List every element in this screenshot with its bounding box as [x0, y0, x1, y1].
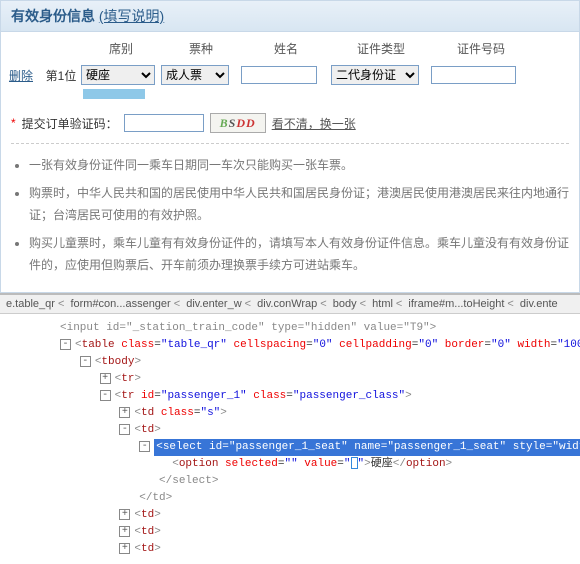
collapse-icon[interactable]: -: [119, 424, 130, 435]
dom-node[interactable]: <input id="_station_train_code" type="hi…: [60, 320, 580, 337]
name-input[interactable]: [241, 66, 317, 84]
selected-dom-node[interactable]: <select id="passenger_1_seat" name="pass…: [154, 439, 580, 456]
captcha-input[interactable]: [124, 114, 204, 132]
table-header: 席别 票种 姓名 证件类型 证件号码: [1, 32, 579, 61]
id-type-select[interactable]: 二代身份证: [331, 65, 419, 85]
expand-icon[interactable]: +: [100, 373, 111, 384]
seat-highlight: [83, 89, 145, 99]
captcha-image: B S D D: [210, 113, 266, 133]
passenger-row: 删除 第1位 硬座 成人票 二代身份证: [1, 61, 579, 89]
edit-cursor[interactable]: [351, 457, 358, 469]
captcha-label: 提交订单验证码：: [22, 115, 118, 132]
col-name: 姓名: [241, 40, 331, 57]
captcha-refresh-link[interactable]: 看不清，换一张: [272, 115, 356, 132]
expand-icon[interactable]: +: [119, 526, 130, 537]
rule-item: 购买儿童票时，乘车儿童有有效身份证件的，请填写本人有效身份证件信息。乘车儿童没有…: [29, 232, 569, 276]
passenger-form: 席别 票种 姓名 证件类型 证件号码 删除 第1位 硬座 成人票 二代身份证: [0, 32, 580, 293]
rules-list: 一张有效身份证件同一乘车日期同一车次只能购买一张车票。 购票时，中华人民共和国的…: [11, 143, 569, 276]
required-star: *: [11, 116, 16, 130]
dom-tree[interactable]: <input id="_station_train_code" type="hi…: [0, 314, 580, 564]
captcha-row: * 提交订单验证码： B S D D 看不清，换一张: [1, 99, 579, 143]
seat-select[interactable]: 硬座: [81, 65, 155, 85]
col-seat: 席别: [81, 40, 161, 57]
col-ticket: 票种: [161, 40, 241, 57]
panel-title: 有效身份信息: [11, 8, 95, 24]
expand-icon[interactable]: +: [119, 509, 130, 520]
collapse-icon[interactable]: -: [100, 390, 111, 401]
collapse-icon[interactable]: -: [60, 339, 71, 350]
rule-item: 购票时，中华人民共和国的居民使用中华人民共和国居民身份证；港澳居民使用港澳居民来…: [29, 182, 569, 226]
row-position: 第1位: [41, 67, 81, 84]
ticket-type-select[interactable]: 成人票: [161, 65, 229, 85]
devtools-panel: e.table_qr< form#con...assenger< div.ent…: [0, 293, 580, 564]
collapse-icon[interactable]: -: [139, 441, 150, 452]
col-idno: 证件号码: [431, 40, 531, 57]
breadcrumb[interactable]: e.table_qr< form#con...assenger< div.ent…: [0, 295, 580, 314]
help-link[interactable]: (填写说明): [99, 8, 164, 24]
collapse-icon[interactable]: -: [80, 356, 91, 367]
id-number-input[interactable]: [431, 66, 516, 84]
expand-icon[interactable]: +: [119, 407, 130, 418]
col-idtype: 证件类型: [331, 40, 431, 57]
delete-button[interactable]: 删除: [1, 67, 41, 84]
expand-icon[interactable]: +: [119, 543, 130, 554]
rule-item: 一张有效身份证件同一乘车日期同一车次只能购买一张车票。: [29, 154, 569, 176]
panel-header: 有效身份信息 (填写说明): [0, 0, 580, 32]
